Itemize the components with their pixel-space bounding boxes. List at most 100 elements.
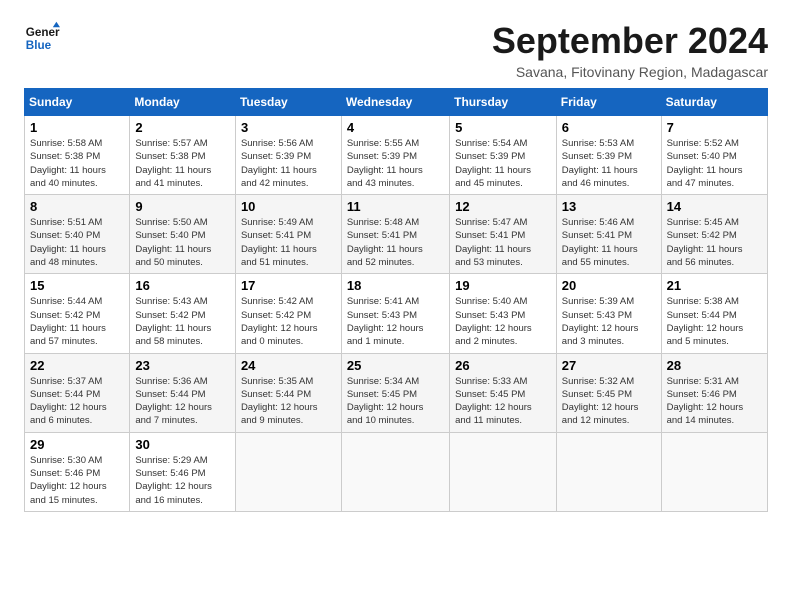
day-info: Sunrise: 5:43 AM Sunset: 5:42 PM Dayligh… (135, 295, 230, 348)
calendar-cell: 30 Sunrise: 5:29 AM Sunset: 5:46 PM Dayli… (130, 432, 236, 511)
day-number: 16 (135, 278, 230, 293)
calendar-cell: 16 Sunrise: 5:43 AM Sunset: 5:42 PM Dayli… (130, 274, 236, 353)
day-number: 11 (347, 199, 444, 214)
calendar-cell: 21Sunrise: 5:38 AM Sunset: 5:44 PM Dayli… (661, 274, 767, 353)
day-info: Sunrise: 5:57 AM Sunset: 5:38 PM Dayligh… (135, 137, 230, 190)
calendar-cell: 10 Sunrise: 5:49 AM Sunset: 5:41 PM Dayli… (235, 195, 341, 274)
day-number: 1 (30, 120, 124, 135)
day-info: Sunrise: 5:47 AM Sunset: 5:41 PM Dayligh… (455, 216, 551, 269)
calendar-cell: 1 Sunrise: 5:58 AM Sunset: 5:38 PM Daylig… (25, 116, 130, 195)
day-info: Sunrise: 5:50 AM Sunset: 5:40 PM Dayligh… (135, 216, 230, 269)
calendar-week-3: 15 Sunrise: 5:44 AM Sunset: 5:42 PM Dayli… (25, 274, 768, 353)
calendar-title: September 2024 (492, 20, 768, 62)
calendar-body: 1 Sunrise: 5:58 AM Sunset: 5:38 PM Daylig… (25, 116, 768, 512)
day-number: 29 (30, 437, 124, 452)
day-number: 14 (667, 199, 762, 214)
day-number: 5 (455, 120, 551, 135)
day-number: 13 (562, 199, 656, 214)
day-info: Sunrise: 5:33 AM Sunset: 5:45 PM Dayligh… (455, 375, 551, 428)
calendar-cell: 18Sunrise: 5:41 AM Sunset: 5:43 PM Dayli… (341, 274, 449, 353)
day-number: 25 (347, 358, 444, 373)
day-number: 6 (562, 120, 656, 135)
day-number: 8 (30, 199, 124, 214)
day-header-monday: Monday (130, 89, 236, 116)
calendar-cell: 6 Sunrise: 5:53 AM Sunset: 5:39 PM Daylig… (556, 116, 661, 195)
calendar-cell: 22 Sunrise: 5:37 AM Sunset: 5:44 PM Dayli… (25, 353, 130, 432)
day-number: 7 (667, 120, 762, 135)
calendar-cell: 9 Sunrise: 5:50 AM Sunset: 5:40 PM Daylig… (130, 195, 236, 274)
svg-text:General: General (26, 26, 60, 39)
day-info: Sunrise: 5:44 AM Sunset: 5:42 PM Dayligh… (30, 295, 124, 348)
calendar-cell: 26Sunrise: 5:33 AM Sunset: 5:45 PM Dayli… (450, 353, 557, 432)
day-info: Sunrise: 5:58 AM Sunset: 5:38 PM Dayligh… (30, 137, 124, 190)
day-info: Sunrise: 5:30 AM Sunset: 5:46 PM Dayligh… (30, 454, 124, 507)
day-number: 4 (347, 120, 444, 135)
day-number: 9 (135, 199, 230, 214)
calendar-cell: 15 Sunrise: 5:44 AM Sunset: 5:42 PM Dayli… (25, 274, 130, 353)
day-header-wednesday: Wednesday (341, 89, 449, 116)
day-info: Sunrise: 5:53 AM Sunset: 5:39 PM Dayligh… (562, 137, 656, 190)
calendar-cell: 29 Sunrise: 5:30 AM Sunset: 5:46 PM Dayli… (25, 432, 130, 511)
day-info: Sunrise: 5:48 AM Sunset: 5:41 PM Dayligh… (347, 216, 444, 269)
calendar-cell: 2 Sunrise: 5:57 AM Sunset: 5:38 PM Daylig… (130, 116, 236, 195)
day-info: Sunrise: 5:51 AM Sunset: 5:40 PM Dayligh… (30, 216, 124, 269)
calendar-cell: 5 Sunrise: 5:54 AM Sunset: 5:39 PM Daylig… (450, 116, 557, 195)
calendar-week-1: 1 Sunrise: 5:58 AM Sunset: 5:38 PM Daylig… (25, 116, 768, 195)
day-header-sunday: Sunday (25, 89, 130, 116)
day-number: 24 (241, 358, 336, 373)
day-number: 21 (667, 278, 762, 293)
calendar-cell: 25 Sunrise: 5:34 AM Sunset: 5:45 PM Dayli… (341, 353, 449, 432)
day-number: 23 (135, 358, 230, 373)
calendar-week-5: 29 Sunrise: 5:30 AM Sunset: 5:46 PM Dayli… (25, 432, 768, 511)
day-number: 12 (455, 199, 551, 214)
calendar-cell: 13Sunrise: 5:46 AM Sunset: 5:41 PM Dayli… (556, 195, 661, 274)
day-info: Sunrise: 5:55 AM Sunset: 5:39 PM Dayligh… (347, 137, 444, 190)
day-number: 30 (135, 437, 230, 452)
day-info: Sunrise: 5:36 AM Sunset: 5:44 PM Dayligh… (135, 375, 230, 428)
day-info: Sunrise: 5:54 AM Sunset: 5:39 PM Dayligh… (455, 137, 551, 190)
calendar-cell (661, 432, 767, 511)
day-header-saturday: Saturday (661, 89, 767, 116)
day-info: Sunrise: 5:35 AM Sunset: 5:44 PM Dayligh… (241, 375, 336, 428)
day-number: 2 (135, 120, 230, 135)
title-section: September 2024 Savana, Fitovinany Region… (492, 20, 768, 80)
day-number: 3 (241, 120, 336, 135)
day-number: 18 (347, 278, 444, 293)
day-number: 22 (30, 358, 124, 373)
day-number: 20 (562, 278, 656, 293)
calendar-cell: 4 Sunrise: 5:55 AM Sunset: 5:39 PM Daylig… (341, 116, 449, 195)
day-info: Sunrise: 5:34 AM Sunset: 5:45 PM Dayligh… (347, 375, 444, 428)
calendar-cell: 19Sunrise: 5:40 AM Sunset: 5:43 PM Dayli… (450, 274, 557, 353)
calendar-cell: 17Sunrise: 5:42 AM Sunset: 5:42 PM Dayli… (235, 274, 341, 353)
calendar-subtitle: Savana, Fitovinany Region, Madagascar (492, 64, 768, 80)
day-number: 10 (241, 199, 336, 214)
calendar-cell (235, 432, 341, 511)
day-info: Sunrise: 5:29 AM Sunset: 5:46 PM Dayligh… (135, 454, 230, 507)
day-header-friday: Friday (556, 89, 661, 116)
day-header-tuesday: Tuesday (235, 89, 341, 116)
calendar-cell: 23 Sunrise: 5:36 AM Sunset: 5:44 PM Dayli… (130, 353, 236, 432)
calendar-cell (450, 432, 557, 511)
calendar-week-4: 22 Sunrise: 5:37 AM Sunset: 5:44 PM Dayli… (25, 353, 768, 432)
day-info: Sunrise: 5:49 AM Sunset: 5:41 PM Dayligh… (241, 216, 336, 269)
calendar-cell (556, 432, 661, 511)
day-info: Sunrise: 5:37 AM Sunset: 5:44 PM Dayligh… (30, 375, 124, 428)
day-header-thursday: Thursday (450, 89, 557, 116)
calendar-cell: 27Sunrise: 5:32 AM Sunset: 5:45 PM Dayli… (556, 353, 661, 432)
calendar-table: SundayMondayTuesdayWednesdayThursdayFrid… (24, 88, 768, 512)
day-info: Sunrise: 5:31 AM Sunset: 5:46 PM Dayligh… (667, 375, 762, 428)
calendar-cell: 12 Sunrise: 5:47 AM Sunset: 5:41 PM Dayli… (450, 195, 557, 274)
calendar-header-row: SundayMondayTuesdayWednesdayThursdayFrid… (25, 89, 768, 116)
logo-icon: General Blue (24, 20, 60, 56)
calendar-cell: 24 Sunrise: 5:35 AM Sunset: 5:44 PM Dayli… (235, 353, 341, 432)
calendar-cell: 11 Sunrise: 5:48 AM Sunset: 5:41 PM Dayli… (341, 195, 449, 274)
day-info: Sunrise: 5:45 AM Sunset: 5:42 PM Dayligh… (667, 216, 762, 269)
calendar-cell: 3Sunrise: 5:56 AM Sunset: 5:39 PM Daylig… (235, 116, 341, 195)
header: General Blue September 2024 Savana, Fito… (24, 20, 768, 80)
calendar-cell: 8 Sunrise: 5:51 AM Sunset: 5:40 PM Daylig… (25, 195, 130, 274)
day-info: Sunrise: 5:32 AM Sunset: 5:45 PM Dayligh… (562, 375, 656, 428)
day-info: Sunrise: 5:39 AM Sunset: 5:43 PM Dayligh… (562, 295, 656, 348)
day-number: 15 (30, 278, 124, 293)
day-number: 28 (667, 358, 762, 373)
calendar-cell: 7Sunrise: 5:52 AM Sunset: 5:40 PM Daylig… (661, 116, 767, 195)
